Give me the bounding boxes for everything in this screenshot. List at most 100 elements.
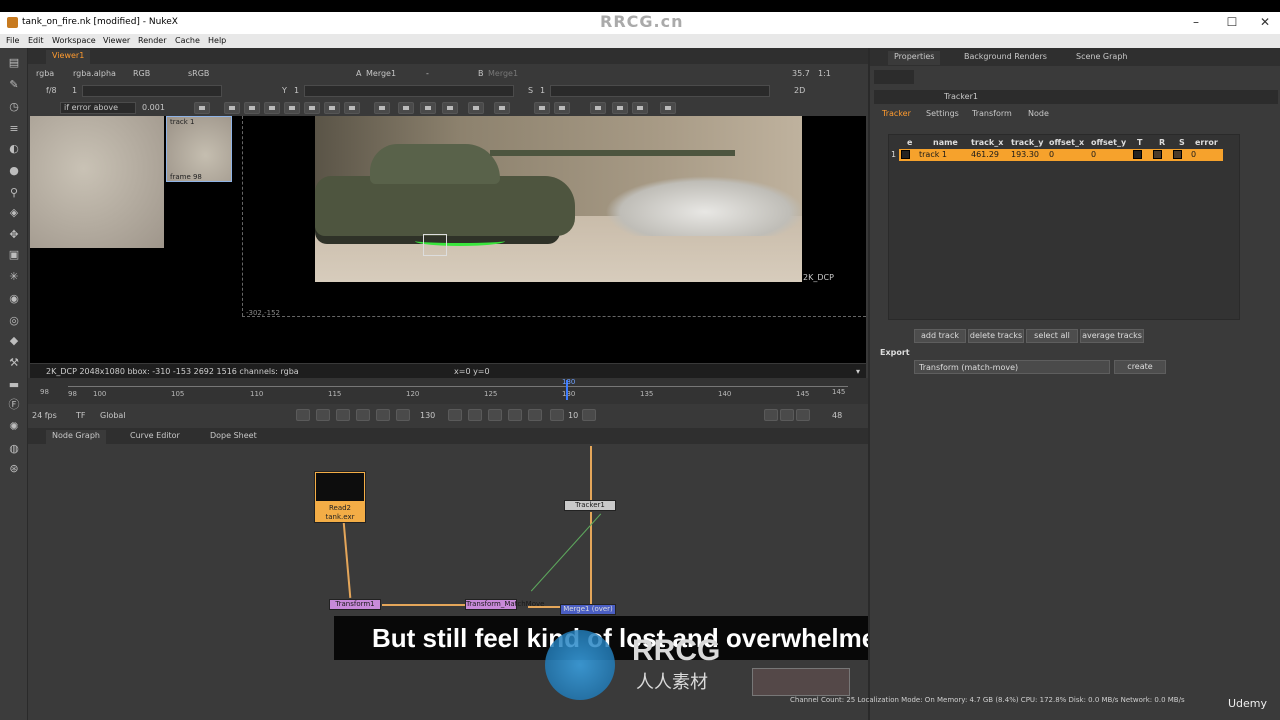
info-menu-icon[interactable]: ▾	[856, 367, 860, 376]
extras-tool-icon[interactable]: ⊛	[7, 462, 21, 476]
gain-slider[interactable]	[82, 85, 222, 97]
3d-tool-icon[interactable]: ▣	[7, 248, 21, 262]
in-point-btn[interactable]	[316, 409, 330, 421]
minimize-icon[interactable]: –	[1186, 15, 1206, 29]
offset-btn[interactable]	[468, 102, 484, 114]
furnace-tool-icon[interactable]: Ⓕ	[7, 398, 21, 412]
tab-scene-graph[interactable]: Scene Graph	[1070, 51, 1133, 65]
key-add-btn[interactable]	[398, 102, 414, 114]
average-tracks-button[interactable]: average tracks	[1080, 329, 1144, 343]
skip-fwd-btn[interactable]	[582, 409, 596, 421]
key-del-btn[interactable]	[420, 102, 436, 114]
tab-node-graph[interactable]: Node Graph	[46, 430, 106, 444]
fps-select[interactable]: 24 fps	[32, 411, 57, 420]
center-btn[interactable]	[534, 102, 550, 114]
viewer-canvas[interactable]: track 1 frame 98 2K_DCP -302,-152	[30, 116, 866, 363]
tf-select[interactable]: TF	[76, 411, 86, 420]
tab-viewer1[interactable]: Viewer1	[46, 50, 91, 64]
menu-file[interactable]: File	[6, 36, 19, 45]
track-end-btn[interactable]	[344, 102, 360, 114]
timeline[interactable]: 98 98 100 105 110 115 120 125 130 135 14…	[28, 378, 868, 404]
sync-btn[interactable]	[796, 409, 810, 421]
channel-tool-icon[interactable]: ≡	[7, 122, 21, 136]
subtab-tracker[interactable]: Tracker	[878, 108, 915, 119]
reset-btn[interactable]	[494, 102, 510, 114]
operation-select[interactable]: -	[426, 69, 429, 78]
settings-btn[interactable]	[660, 102, 676, 114]
cara-tool-icon[interactable]: ◍	[7, 442, 21, 456]
input-a-select[interactable]: Merge1	[366, 69, 396, 78]
play-fwd-btn[interactable]	[488, 409, 502, 421]
track-prev-btn[interactable]	[244, 102, 260, 114]
menu-viewer[interactable]: Viewer	[103, 36, 130, 45]
lut-select[interactable]: sRGB	[188, 69, 209, 78]
menu-help[interactable]: Help	[208, 36, 226, 45]
r-checkbox[interactable]	[1153, 150, 1162, 159]
track-name[interactable]: track 1	[919, 150, 947, 159]
track-stop-btn[interactable]	[284, 102, 300, 114]
last-frame-btn[interactable]	[508, 409, 522, 421]
transform-tool-icon[interactable]: ✥	[7, 228, 21, 242]
merge-node[interactable]: Merge1 (over)	[560, 604, 616, 615]
play-back-btn[interactable]	[376, 409, 390, 421]
node-name-field[interactable]: Tracker1	[944, 92, 978, 101]
first-frame-btn[interactable]	[336, 409, 350, 421]
s-slider[interactable]	[550, 85, 770, 97]
offset-x-value[interactable]: 0	[1049, 150, 1054, 159]
views-tool-icon[interactable]: ◎	[7, 314, 21, 328]
time-tool-icon[interactable]: ◷	[7, 100, 21, 114]
track-back-btn[interactable]	[224, 102, 240, 114]
close-icon[interactable]: ✕	[1255, 15, 1275, 29]
track-range-btn[interactable]	[374, 102, 390, 114]
t-checkbox[interactable]	[1133, 150, 1142, 159]
s-checkbox[interactable]	[1173, 150, 1182, 159]
draw-tool-icon[interactable]: ✎	[7, 78, 21, 92]
menu-workspace[interactable]: Workspace	[52, 36, 96, 45]
matchmove-node[interactable]: Transform_MatchMove	[465, 599, 544, 610]
viewer-tool-btn[interactable]	[194, 102, 210, 114]
frame-field[interactable]: 130	[420, 411, 435, 420]
track-fwd-btn[interactable]	[304, 102, 320, 114]
menu-edit[interactable]: Edit	[28, 36, 44, 45]
delete-tracks-button[interactable]: delete tracks	[968, 329, 1024, 343]
step-value[interactable]: 10	[568, 411, 578, 420]
image-tool-icon[interactable]: ▤	[7, 56, 21, 70]
metadata-tool-icon[interactable]: ◆	[7, 334, 21, 348]
y-value[interactable]: 1	[294, 86, 299, 95]
playback-mode-btn[interactable]	[296, 409, 310, 421]
input-b-select[interactable]: Merge1	[488, 69, 518, 78]
transform-node[interactable]: Transform1	[329, 599, 381, 610]
y-slider[interactable]	[304, 85, 514, 97]
tab-curve-editor[interactable]: Curve Editor	[124, 430, 186, 444]
enabled-checkbox[interactable]	[901, 150, 910, 159]
key-clear-btn[interactable]	[442, 102, 458, 114]
track-row[interactable]: track 1 461.29 193.30 0 0 0	[899, 149, 1223, 161]
toolsets-tool-icon[interactable]: ⚒	[7, 356, 21, 370]
tab-dope-sheet[interactable]: Dope Sheet	[204, 430, 263, 444]
offset-y-value[interactable]: 0	[1091, 150, 1096, 159]
flipbook-btn[interactable]	[764, 409, 778, 421]
track-rev-btn[interactable]	[264, 102, 280, 114]
select-all-button[interactable]: select all	[1026, 329, 1078, 343]
skip-back-btn[interactable]	[550, 409, 564, 421]
graph-minimap[interactable]	[752, 668, 850, 696]
gamma-value[interactable]: 1	[72, 86, 77, 95]
tab-background-renders[interactable]: Background Renders	[958, 51, 1053, 65]
threshold-value[interactable]: 0.001	[142, 103, 165, 112]
grid-btn[interactable]	[554, 102, 570, 114]
filter-tool-icon[interactable]: ●	[7, 164, 21, 178]
next-frame-btn[interactable]	[468, 409, 482, 421]
gain-value[interactable]: 35.7	[792, 69, 810, 78]
subtab-transform[interactable]: Transform	[968, 108, 1016, 119]
tracker-node[interactable]: Tracker1	[564, 500, 616, 511]
subtab-node[interactable]: Node	[1024, 108, 1053, 119]
alpha-select[interactable]: rgba.alpha	[73, 69, 116, 78]
add-track-button[interactable]: add track	[914, 329, 966, 343]
ocula-tool-icon[interactable]: ✺	[7, 420, 21, 434]
node-graph-panel[interactable]: Node Graph Curve Editor Dope Sheet Read2…	[28, 428, 868, 720]
maximize-icon[interactable]: ☐	[1222, 15, 1242, 29]
particles-tool-icon[interactable]: ✳	[7, 270, 21, 284]
stop-btn[interactable]	[448, 409, 462, 421]
colorspace-select[interactable]: RGB	[133, 69, 150, 78]
tab-properties[interactable]: Properties	[888, 51, 941, 65]
